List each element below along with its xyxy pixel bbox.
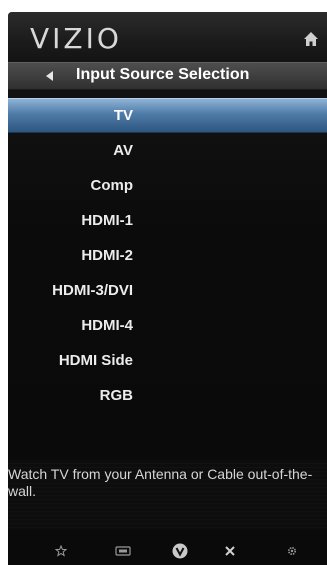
source-item-av[interactable]: AV <box>8 133 327 168</box>
star-icon[interactable] <box>55 545 67 557</box>
source-label: HDMI-1 <box>81 212 133 229</box>
widget-icon[interactable] <box>115 545 131 557</box>
vizio-v-icon[interactable] <box>172 543 188 559</box>
source-item-tv[interactable]: TV <box>8 98 327 133</box>
gear-icon[interactable] <box>286 545 298 557</box>
source-label: RGB <box>99 387 133 404</box>
source-label: HDMI-3/DVI <box>52 282 133 299</box>
vizio-logo: VIZIO <box>30 22 122 55</box>
source-item-hdmi-side[interactable]: HDMI Side <box>8 343 327 378</box>
help-description: Watch TV from your Antenna or Cable out-… <box>8 466 313 499</box>
source-label: HDMI-2 <box>81 247 133 264</box>
source-item-rgb[interactable]: RGB <box>8 378 327 413</box>
menu-title: Input Source Selection <box>76 66 250 83</box>
help-description-area: Watch TV from your Antenna or Cable out-… <box>8 460 327 530</box>
source-label: Comp <box>90 177 134 194</box>
source-item-hdmi-1[interactable]: HDMI-1 <box>8 203 327 238</box>
footer-icon-bar <box>8 540 327 565</box>
tv-menu-panel: VIZIO Input Source Selection TV AV Comp … <box>8 12 327 565</box>
input-source-list: TV AV Comp HDMI-1 HDMI-2 HDMI-3/DVI HDMI… <box>8 98 327 413</box>
source-label: AV <box>113 142 133 159</box>
source-label: HDMI-4 <box>81 317 133 334</box>
left-arrow-icon[interactable] <box>46 71 53 81</box>
source-item-hdmi-4[interactable]: HDMI-4 <box>8 308 327 343</box>
source-item-hdmi-3-dvi[interactable]: HDMI-3/DVI <box>8 273 327 308</box>
source-item-hdmi-2[interactable]: HDMI-2 <box>8 238 327 273</box>
brand-bar: VIZIO <box>8 12 327 61</box>
home-icon[interactable] <box>303 31 319 47</box>
menu-title-bar: Input Source Selection <box>8 62 327 90</box>
source-label: TV <box>113 107 133 124</box>
source-label: HDMI Side <box>58 352 133 369</box>
close-icon[interactable] <box>224 545 236 557</box>
source-item-comp[interactable]: Comp <box>8 168 327 203</box>
